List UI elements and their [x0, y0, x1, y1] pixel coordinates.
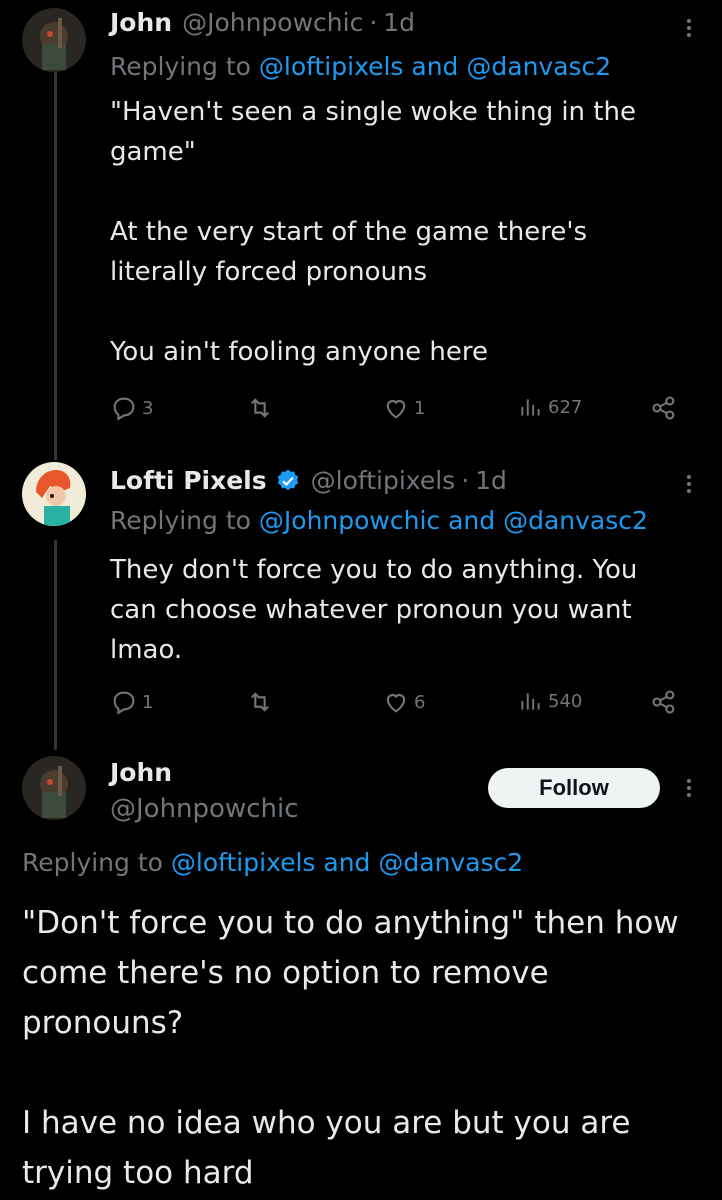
like-count: 1 — [414, 397, 426, 419]
replying-prefix: Replying to — [110, 52, 251, 81]
reply-count: 3 — [142, 397, 154, 419]
replying-to: Replying to @loftipixels and @danvasc2 — [110, 52, 611, 81]
action-bar: 3 1 627 — [110, 394, 690, 430]
replying-to-links[interactable]: @loftipixels and @danvasc2 — [259, 52, 611, 81]
replying-to: Replying to @loftipixels and @danvasc2 — [22, 848, 523, 877]
like-button[interactable]: 6 — [382, 688, 425, 716]
user-handle[interactable]: @Johnpowchic — [182, 8, 363, 37]
reply-button[interactable]: 1 — [110, 688, 153, 716]
reply-count: 1 — [142, 691, 154, 713]
repost-icon — [246, 688, 274, 716]
replying-prefix: Replying to — [110, 506, 251, 535]
follow-button[interactable]: Follow — [488, 768, 660, 808]
repost-button[interactable] — [246, 394, 278, 422]
avatar[interactable] — [22, 462, 86, 526]
timestamp[interactable]: 1d — [383, 8, 415, 37]
avatar[interactable] — [22, 8, 86, 72]
tweet-header: Lofti Pixels @loftipixels · 1d — [110, 466, 507, 495]
reply-button[interactable]: 3 — [110, 394, 153, 422]
user-handle[interactable]: @loftipixels — [311, 466, 456, 495]
replying-prefix: Replying to — [22, 848, 163, 877]
display-name[interactable]: John — [110, 8, 172, 37]
reply-icon — [110, 394, 138, 422]
views-button[interactable]: 540 — [518, 688, 582, 714]
display-name[interactable]: Lofti Pixels — [110, 466, 267, 495]
more-icon[interactable] — [684, 472, 694, 496]
replying-to-links[interactable]: @loftipixels and @danvasc2 — [171, 848, 523, 877]
views-count: 627 — [548, 396, 583, 418]
repost-icon — [246, 394, 274, 422]
share-icon — [650, 394, 678, 422]
tweet-header: John @Johnpowchic · 1d — [110, 8, 415, 37]
share-icon — [650, 688, 678, 716]
views-count: 540 — [548, 690, 583, 712]
reply-icon — [110, 688, 138, 716]
avatar[interactable] — [22, 756, 86, 820]
share-button[interactable] — [650, 394, 678, 422]
like-button[interactable]: 1 — [382, 394, 425, 422]
separator-dot: · — [461, 466, 470, 495]
action-bar: 1 6 540 — [110, 688, 690, 724]
more-icon[interactable] — [684, 776, 694, 800]
like-icon — [382, 394, 410, 422]
views-icon — [518, 394, 544, 420]
tweet-text: "Haven't seen a single woke thing in the… — [110, 97, 636, 367]
verified-badge-icon — [275, 468, 301, 494]
separator-dot: · — [369, 8, 378, 37]
display-name[interactable]: John — [110, 758, 172, 787]
thread-connector — [54, 540, 57, 750]
repost-button[interactable] — [246, 688, 278, 716]
thread-connector — [54, 70, 57, 460]
tweet-text: "Don't force you to do anything" then ho… — [22, 905, 679, 1191]
timestamp[interactable]: 1d — [475, 466, 507, 495]
replying-to-links[interactable]: @Johnpowchic and @danvasc2 — [259, 506, 648, 535]
user-handle[interactable]: @Johnpowchic — [110, 794, 299, 824]
like-icon — [382, 688, 410, 716]
replying-to: Replying to @Johnpowchic and @danvasc2 — [110, 506, 648, 535]
views-button[interactable]: 627 — [518, 394, 582, 420]
like-count: 6 — [414, 691, 426, 713]
share-button[interactable] — [650, 688, 678, 716]
more-icon[interactable] — [684, 16, 694, 40]
tweet-text: They don't force you to do anything. You… — [110, 555, 646, 665]
views-icon — [518, 688, 544, 714]
